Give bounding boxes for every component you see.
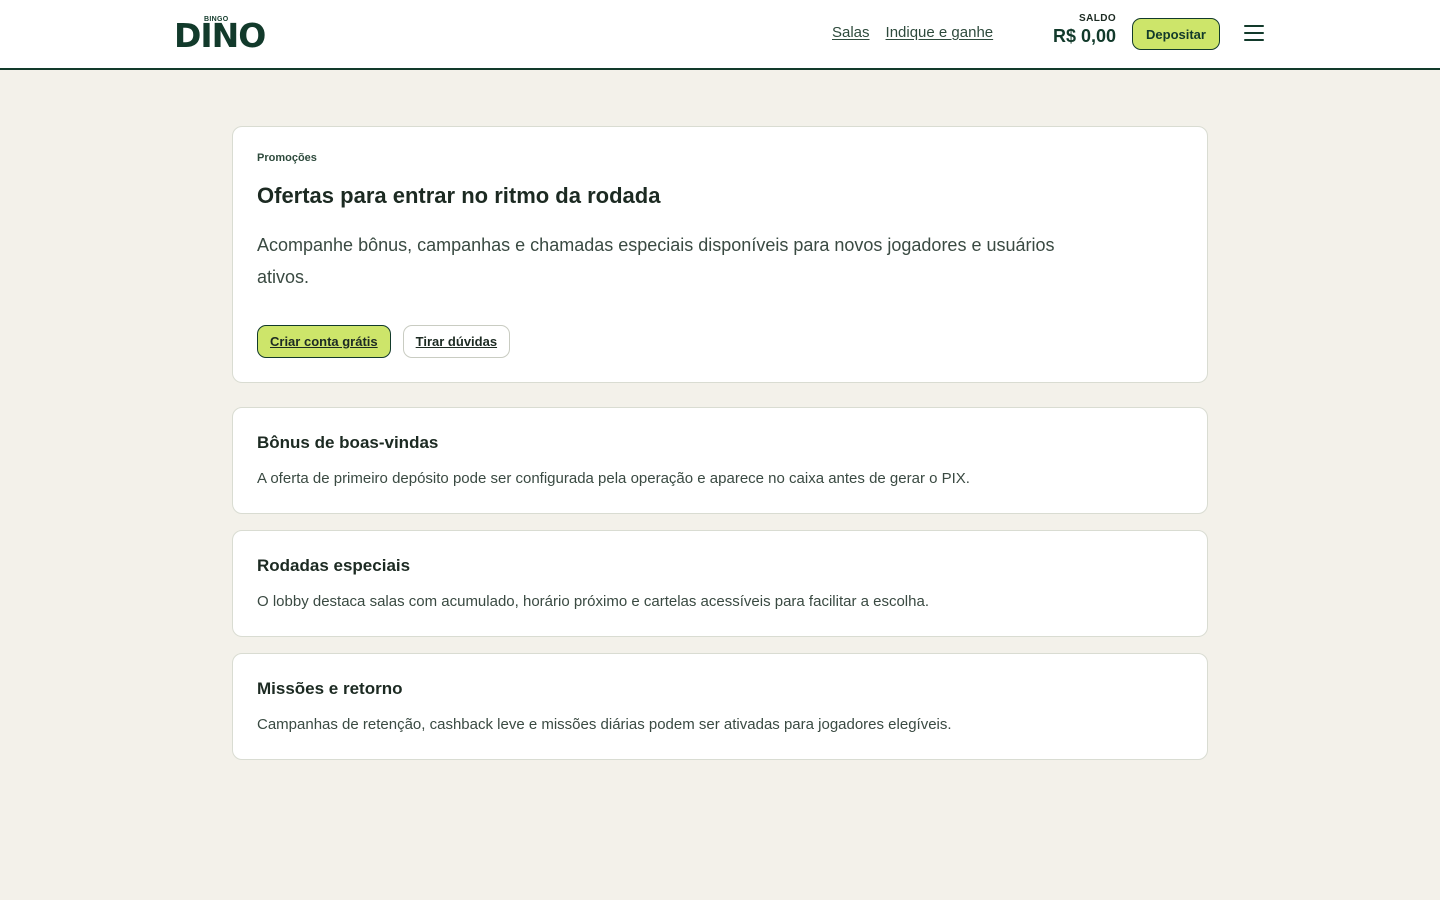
site-header: BINGO DINO Salas Indique e ganhe SALDO R… — [0, 0, 1440, 70]
hero-actions: Criar conta grátis Tirar dúvidas — [257, 325, 511, 358]
page-title: Ofertas para entrar no ritmo da rodada — [257, 183, 661, 208]
promotions-hero-card: Promoções Ofertas para entrar no ritmo d… — [232, 126, 1208, 383]
feature-card-special-rounds: Rodadas especiais O lobby destaca salas … — [232, 530, 1208, 637]
balance-display: SALDO R$ 0,00 — [1053, 13, 1116, 47]
faq-button[interactable]: Tirar dúvidas — [402, 325, 511, 358]
feature-description: O lobby destaca salas com acumulado, hor… — [257, 593, 929, 610]
hamburger-menu-icon[interactable] — [1244, 24, 1264, 42]
logo-main-text: DINO — [174, 16, 266, 55]
feature-description: Campanhas de retenção, cashback leve e m… — [257, 716, 952, 733]
feature-title: Missões e retorno — [257, 679, 403, 698]
nav-link-salas[interactable]: Salas — [832, 24, 870, 41]
hero-description: Acompanhe bônus, campanhas e chamadas es… — [257, 235, 1055, 287]
bingo-dino-logo[interactable]: BINGO DINO — [174, 16, 266, 55]
section-eyebrow: Promoções — [257, 152, 317, 164]
feature-description: A oferta de primeiro depósito pode ser c… — [257, 470, 970, 487]
balance-label: SALDO — [1079, 13, 1116, 24]
feature-title: Rodadas especiais — [257, 556, 411, 575]
feature-card-missions: Missões e retorno Campanhas de retenção,… — [232, 653, 1208, 760]
nav-link-indique-e-ganhe[interactable]: Indique e ganhe — [886, 24, 994, 41]
main-nav: Salas Indique e ganhe — [832, 24, 993, 41]
balance-value: R$ 0,00 — [1052, 26, 1116, 46]
create-account-button[interactable]: Criar conta grátis — [257, 325, 391, 358]
deposit-button[interactable]: Depositar — [1132, 18, 1220, 50]
feature-card-welcome-bonus: Bônus de boas-vindas A oferta de primeir… — [232, 407, 1208, 514]
feature-title: Bônus de boas-vindas — [257, 433, 439, 452]
